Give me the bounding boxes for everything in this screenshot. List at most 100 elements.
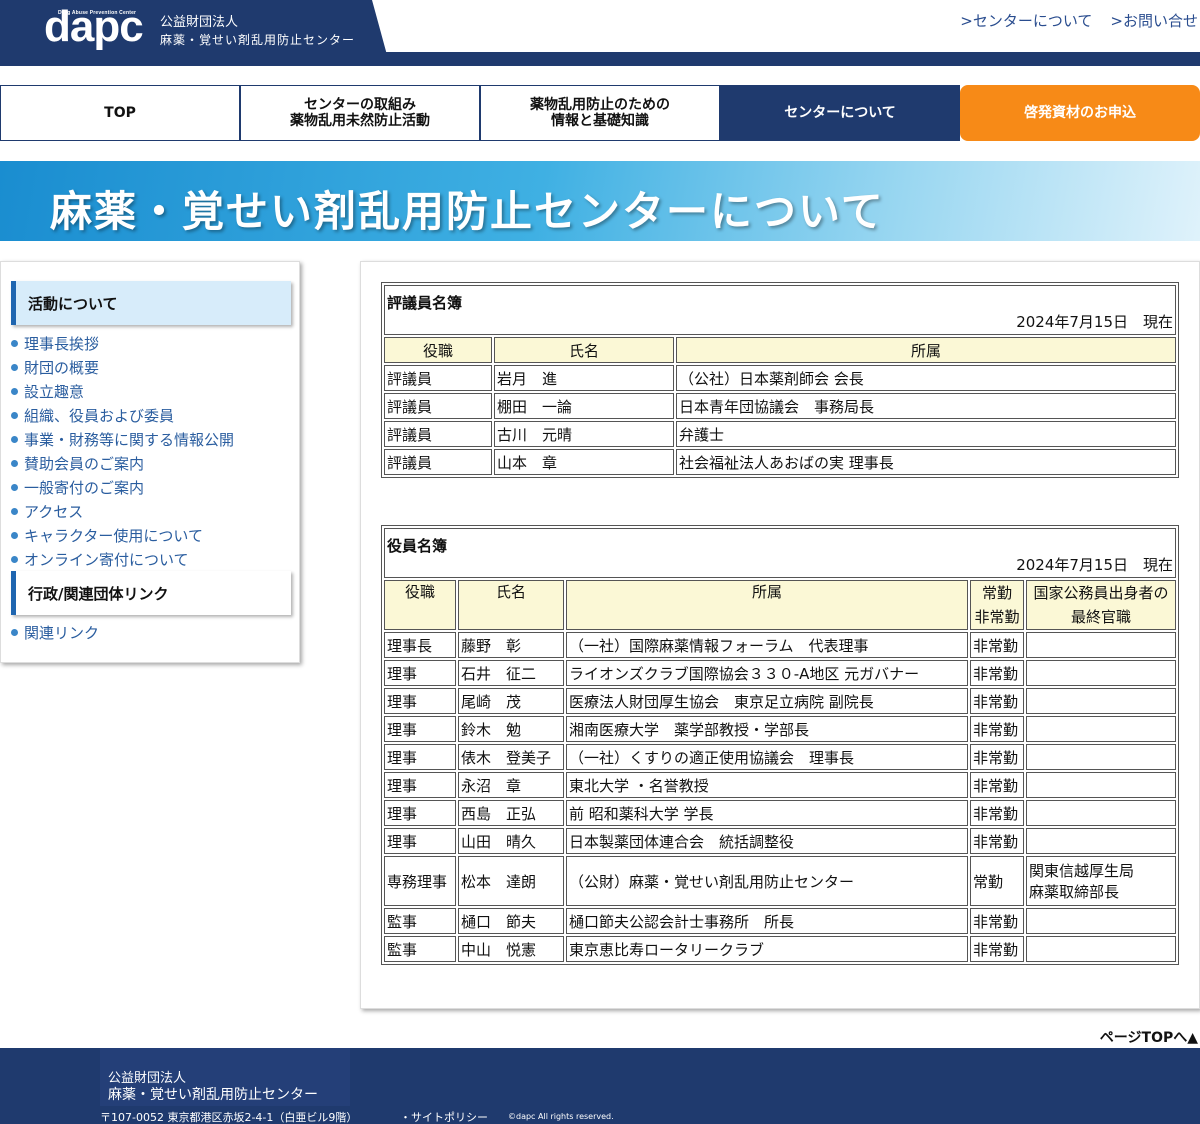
footer-site-policy-link[interactable]: ・サイトポリシー bbox=[400, 1109, 488, 1124]
site-header: dapc Drug Abuse Prevention Center 公益財団法人… bbox=[0, 0, 1200, 66]
table-cell: 理事 bbox=[384, 716, 456, 742]
table-cell bbox=[1026, 908, 1176, 934]
table-row: 専務理事 松本 達朗 （公財）麻薬・覚せい剤乱用防止センター 常勤 関東信越厚生局 麻薬取… bbox=[384, 856, 1176, 906]
sidebar-list-links: 関連リンク bbox=[11, 620, 99, 644]
councilor-date: 2024年7月15日 現在 bbox=[1016, 313, 1173, 331]
nav-material-request-button[interactable]: 啓発資材のお申込 bbox=[960, 85, 1200, 141]
table-cell: 評議員 bbox=[384, 365, 492, 391]
bullet-icon bbox=[11, 339, 18, 347]
table-cell: 日本青年団協議会 事務局長 bbox=[676, 393, 1176, 419]
table-cell bbox=[1026, 660, 1176, 686]
sidebar-item[interactable]: 事業・財務等に関する情報公開 bbox=[11, 427, 234, 451]
sidebar-item[interactable]: 組織、役員および委員 bbox=[11, 403, 234, 427]
bullet-icon bbox=[11, 459, 18, 467]
table-cell bbox=[1026, 772, 1176, 798]
sidebar-item[interactable]: 設立趣意 bbox=[11, 379, 234, 403]
table-row: 理事 西島 正弘前 昭和薬科大学 学長 非常勤 bbox=[384, 800, 1176, 826]
table-cell: 理事 bbox=[384, 800, 456, 826]
table-cell: （公社）日本薬剤師会 会長 bbox=[676, 365, 1176, 391]
table-cell: 非常勤 bbox=[970, 936, 1024, 962]
main-content: 評議員名簿 2024年7月15日 現在 役職 氏名 所属 評議員 岩月 進 （公… bbox=[360, 261, 1200, 1009]
table-cell: 西島 正弘 bbox=[458, 800, 564, 826]
bullet-icon bbox=[11, 531, 18, 539]
table-cell bbox=[1026, 828, 1176, 854]
sidebar-item[interactable]: アクセス bbox=[11, 499, 234, 523]
cell-line: 関東信越厚生局 bbox=[1029, 862, 1135, 880]
header-fulltime: 常勤 bbox=[981, 584, 1012, 602]
sidebar-item-label: 賛助会員のご案内 bbox=[24, 454, 145, 473]
table-cell: 関東信越厚生局 麻薬取締部長 bbox=[1026, 856, 1176, 906]
page-title: 麻薬・覚せい剤乱用防止センターについて bbox=[50, 187, 885, 236]
table-cell: 東北大学 ・名誉教授 bbox=[566, 772, 968, 798]
officer-date: 2024年7月15日 現在 bbox=[1016, 556, 1173, 574]
table-cell: 湘南医療大学 薬学部教授・学部長 bbox=[566, 716, 968, 742]
sidebar-item[interactable]: 賛助会員のご案内 bbox=[11, 451, 234, 475]
link-about-center[interactable]: >センターについて bbox=[960, 10, 1092, 31]
link-contact[interactable]: >お問い合せ bbox=[1110, 10, 1198, 31]
table-cell: 古川 元晴 bbox=[494, 421, 674, 447]
nav-about[interactable]: センターについて bbox=[720, 85, 960, 141]
table-row: 理事 山田 晴久 日本製薬団体連合会 統括調整役 非常勤 bbox=[384, 828, 1176, 854]
sidebar-section-activities: 活動について bbox=[11, 281, 291, 325]
councilor-table: 評議員名簿 2024年7月15日 現在 役職 氏名 所属 評議員 岩月 進 （公… bbox=[381, 282, 1179, 478]
column-header: 役職 bbox=[384, 580, 456, 630]
table-row: 評議員 山本 章 社会福祉法人あおばの実 理事長 bbox=[384, 449, 1176, 475]
table-cell: 岩月 進 bbox=[494, 365, 674, 391]
table-cell: 山田 晴久 bbox=[458, 828, 564, 854]
officer-table: 役員名簿 2024年7月15日 現在 役職 氏名 所属 常勤 非常勤 国家公務員… bbox=[381, 525, 1179, 965]
logo-block[interactable]: dapc Drug Abuse Prevention Center 公益財団法人… bbox=[0, 0, 390, 66]
table-cell: ライオンズクラブ国際協会３３０-A地区 元ガバナー bbox=[566, 660, 968, 686]
table-cell: 理事 bbox=[384, 660, 456, 686]
officer-caption: 役員名簿 2024年7月15日 現在 bbox=[384, 528, 1176, 578]
sidebar-item-label: 事業・財務等に関する情報公開 bbox=[24, 430, 235, 449]
table-cell: 専務理事 bbox=[384, 856, 456, 906]
bullet-icon bbox=[11, 387, 18, 395]
sidebar-item-label: 一般寄付のご案内 bbox=[24, 478, 145, 497]
table-cell: 鈴木 勉 bbox=[458, 716, 564, 742]
sidebar-item-label: 理事長挨拶 bbox=[24, 334, 100, 353]
sidebar-item[interactable]: 関連リンク bbox=[11, 620, 99, 644]
nav-knowledge[interactable]: 薬物乱用防止のための 情報と基礎知識 bbox=[480, 85, 720, 141]
table-cell bbox=[1026, 936, 1176, 962]
sidebar-item[interactable]: 理事長挨拶 bbox=[11, 331, 234, 355]
header-civil-servant: 国家公務員出身者の bbox=[1033, 584, 1169, 602]
table-cell: 弁護士 bbox=[676, 421, 1176, 447]
table-row: 理事長 藤野 彰（一社）国際麻薬情報フォーラム 代表理事 非常勤 bbox=[384, 632, 1176, 658]
sidebar-item[interactable]: 財団の概要 bbox=[11, 355, 234, 379]
table-cell: 非常勤 bbox=[970, 688, 1024, 714]
logo-tagline: Drug Abuse Prevention Center bbox=[58, 10, 137, 16]
column-header: 氏名 bbox=[494, 337, 674, 363]
table-row: 評議員 古川 元晴 弁護士 bbox=[384, 421, 1176, 447]
table-cell: 俵木 登美子 bbox=[458, 744, 564, 770]
sidebar-item-label: キャラクター使用について bbox=[24, 526, 203, 545]
table-cell: 評議員 bbox=[384, 421, 492, 447]
table-cell: 理事 bbox=[384, 688, 456, 714]
column-header: 氏名 bbox=[458, 580, 564, 630]
table-cell: 樋口 節夫 bbox=[458, 908, 564, 934]
page-top-link[interactable]: ページTOPへ▲ bbox=[1100, 1027, 1198, 1047]
table-row: 監事 中山 悦憲 東京恵比寿ロータリークラブ 非常勤 bbox=[384, 936, 1176, 962]
bullet-icon bbox=[11, 435, 18, 443]
page-banner: 麻薬・覚せい剤乱用防止センターについて bbox=[0, 161, 1200, 241]
table-cell bbox=[1026, 632, 1176, 658]
table-row: 評議員 岩月 進 （公社）日本薬剤師会 会長 bbox=[384, 365, 1176, 391]
sidebar-item[interactable]: オンライン寄付について bbox=[11, 547, 234, 571]
table-cell: 理事 bbox=[384, 772, 456, 798]
sidebar-item[interactable]: キャラクター使用について bbox=[11, 523, 234, 547]
table-row: 理事 鈴木 勉湘南医療大学 薬学部教授・学部長 非常勤 bbox=[384, 716, 1176, 742]
sidebar-item-label: 組織、役員および委員 bbox=[24, 406, 175, 425]
table-cell: 棚田 一論 bbox=[494, 393, 674, 419]
sidebar-item-label: 財団の概要 bbox=[24, 358, 100, 377]
column-header: 所属 bbox=[566, 580, 968, 630]
table-cell: 樋口節夫公認会計士事務所 所長 bbox=[566, 908, 968, 934]
table-cell: 山本 章 bbox=[494, 449, 674, 475]
table-cell: 中山 悦憲 bbox=[458, 936, 564, 962]
nav-activities[interactable]: センターの取組み 薬物乱用未然防止活動 bbox=[240, 85, 480, 141]
officer-title: 役員名簿 bbox=[387, 537, 448, 555]
nav-top[interactable]: TOP bbox=[0, 85, 240, 141]
main-nav: TOP センターの取組み 薬物乱用未然防止活動 薬物乱用防止のための 情報と基礎知識… bbox=[0, 85, 1200, 141]
table-cell: 非常勤 bbox=[970, 800, 1024, 826]
bullet-icon bbox=[11, 628, 18, 636]
sidebar-section-links: 行政/関連団体リンク bbox=[11, 571, 291, 615]
sidebar-item[interactable]: 一般寄付のご案内 bbox=[11, 475, 234, 499]
